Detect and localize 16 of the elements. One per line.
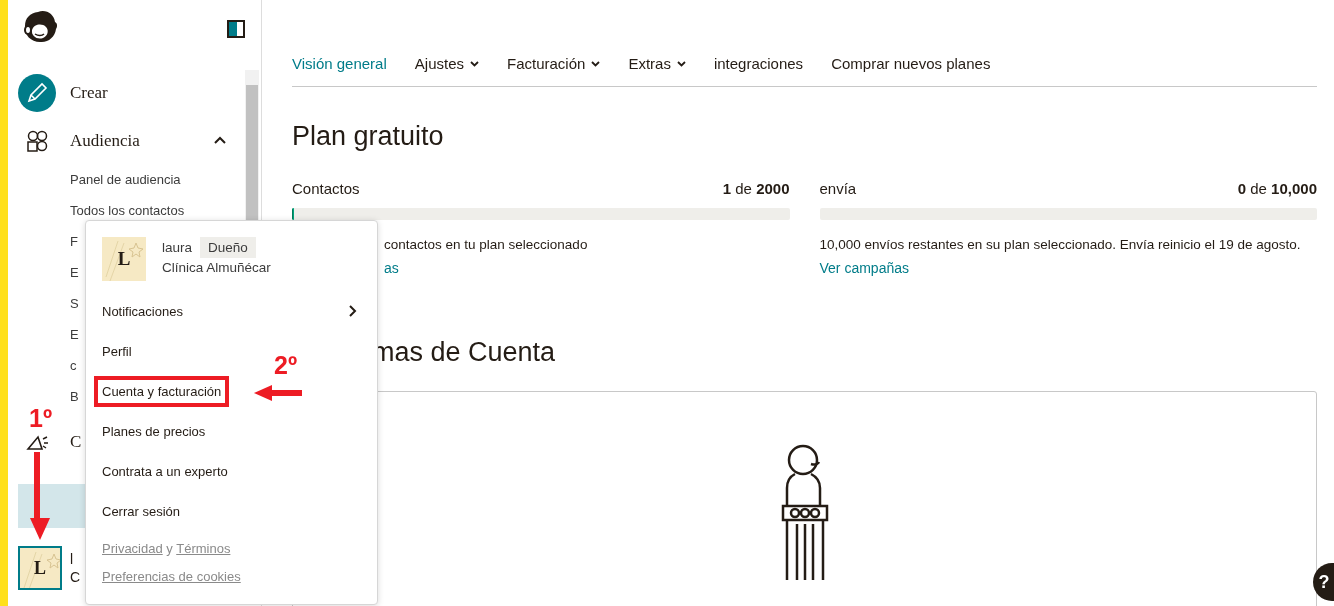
usage-label: Contactos [292,179,360,199]
role-badge: Dueño [200,237,256,258]
account-org: C [70,568,81,586]
user-org: Clínica Almuñécar [162,260,271,275]
usage-count: 0 de 10,000 [1237,179,1317,199]
user-avatar: L [102,237,146,281]
joiner-text: y [166,541,173,556]
account-name: l [70,550,75,568]
step-label: 2º [274,353,298,378]
user-name: laura [162,240,193,255]
step-label: 1º [29,406,53,431]
usage-note: 10,000 envíos restantes en su plan seleccionado. Envía reinicio el 19 de agosto. [819,236,1302,254]
page-title: Plan gratuito [292,120,445,153]
usage-count: 1 de 2000 [722,179,790,199]
usage-label: envía [819,179,857,199]
usage-note: contactos en tu plan seleccionado [383,236,589,254]
